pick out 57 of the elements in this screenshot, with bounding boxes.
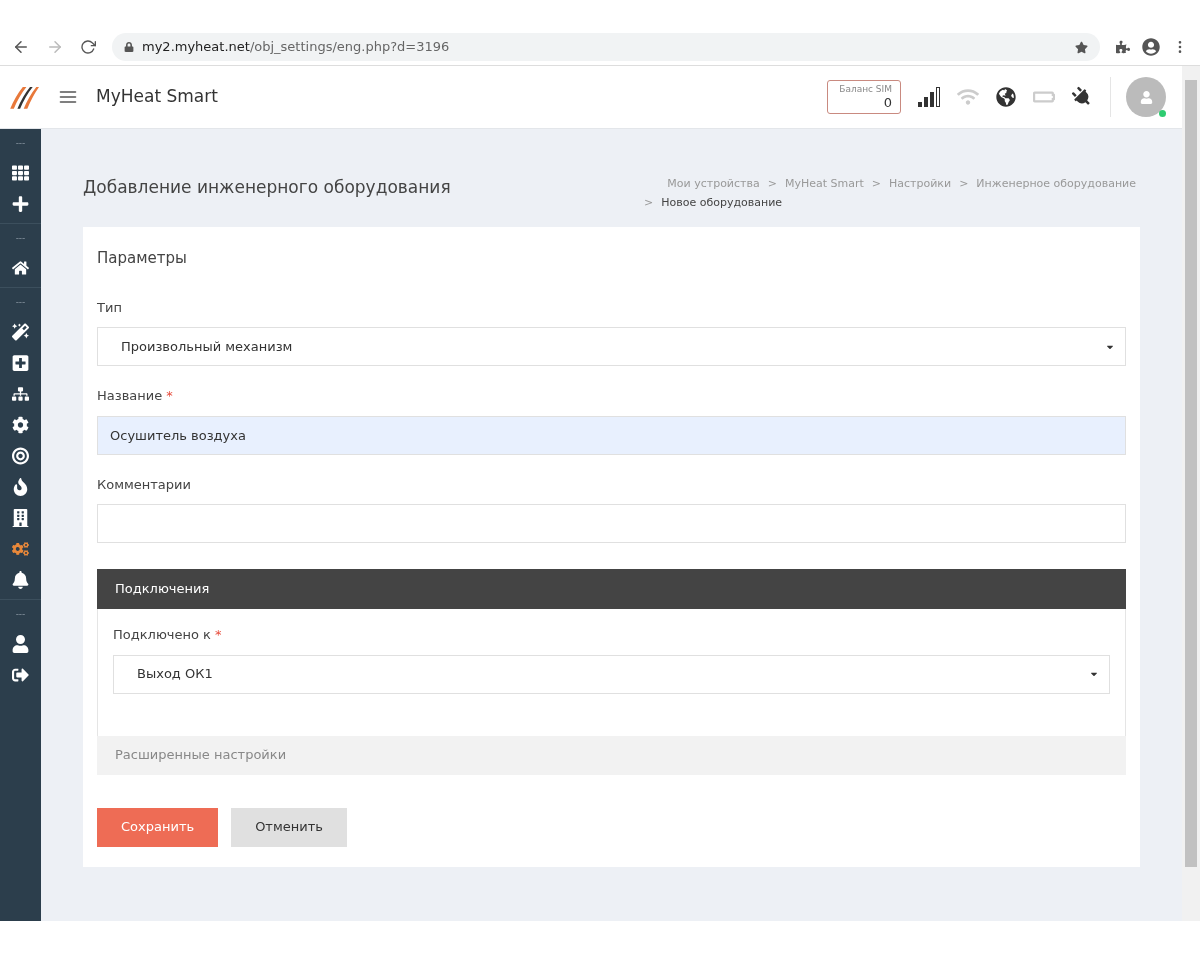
required-mark: * xyxy=(166,387,173,405)
user-icon xyxy=(1139,90,1153,104)
breadcrumb[interactable]: Мои устройства xyxy=(667,176,760,193)
breadcrumb: Новое оборудование xyxy=(661,194,783,211)
breadcrumb-separator: > xyxy=(959,176,969,192)
plus-icon[interactable] xyxy=(12,195,29,213)
back-icon[interactable] xyxy=(12,38,30,56)
wifi-icon xyxy=(957,88,979,106)
section-header: Подключения xyxy=(97,569,1126,609)
extensions-icon[interactable] xyxy=(1116,40,1130,54)
breadcrumb-separator: > xyxy=(871,176,881,192)
group-divider: --- xyxy=(15,137,26,150)
page-title: Добавление инженерного оборудования xyxy=(83,176,451,199)
save-button[interactable]: Сохранить xyxy=(97,807,219,847)
star-icon[interactable] xyxy=(1075,40,1088,54)
address-bar[interactable]: my2.myheat.net/obj_settings/eng.php?d=3196 xyxy=(112,33,1100,61)
type-select[interactable]: Произвольный механизм xyxy=(97,327,1126,366)
signal-icon xyxy=(918,87,940,107)
profile-icon[interactable] xyxy=(1142,38,1160,56)
lock-icon xyxy=(124,42,134,52)
building-icon[interactable] xyxy=(12,509,29,527)
sim-balance: Баланс SIM 0 xyxy=(827,80,901,114)
app-title: MyHeat Smart xyxy=(96,85,218,109)
bell-icon[interactable] xyxy=(12,571,29,589)
field-label: Название xyxy=(97,387,163,405)
cancel-button[interactable]: Отменить xyxy=(231,807,347,847)
required-mark: * xyxy=(214,626,222,644)
reload-icon[interactable] xyxy=(80,39,96,55)
group-divider: --- xyxy=(15,232,26,245)
grid-icon[interactable] xyxy=(12,164,29,182)
text-field[interactable]: Осушитель воздуха xyxy=(97,415,1126,455)
magic-wand-icon[interactable] xyxy=(12,323,29,341)
hierarchy-icon[interactable] xyxy=(12,385,29,403)
target-icon[interactable] xyxy=(12,447,29,465)
breadcrumb[interactable]: Настройки xyxy=(889,176,952,193)
text-field[interactable] xyxy=(97,504,1126,543)
breadcrumb-separator: > xyxy=(644,194,654,211)
home-icon[interactable] xyxy=(12,259,29,277)
group-divider: --- xyxy=(15,296,26,309)
field-label: Комментарии xyxy=(97,475,191,494)
breadcrumb[interactable]: MyHeat Smart xyxy=(784,176,864,193)
breadcrumb[interactable]: Инженерное оборудование xyxy=(976,176,1136,193)
advanced-settings-toggle[interactable]: Расширенные настройки xyxy=(97,735,1126,775)
settings-icon[interactable] xyxy=(12,416,29,434)
gears-icon[interactable] xyxy=(12,540,29,558)
connection-select[interactable]: Выход ОК1 xyxy=(113,654,1110,694)
scrollbar[interactable] xyxy=(1182,66,1200,921)
globe-icon xyxy=(996,87,1016,107)
user-icon[interactable] xyxy=(12,635,29,653)
breadcrumb-separator: > xyxy=(767,176,777,192)
url-text: my2.myheat.net/obj_settings/eng.php?d=3196 xyxy=(142,38,451,57)
section-title: Параметры xyxy=(97,248,188,269)
field-label: Подключено к xyxy=(113,626,211,644)
field-label: Тип xyxy=(97,298,122,317)
group-divider: --- xyxy=(15,608,26,621)
flame-icon[interactable] xyxy=(12,478,29,496)
logout-icon[interactable] xyxy=(12,666,29,684)
